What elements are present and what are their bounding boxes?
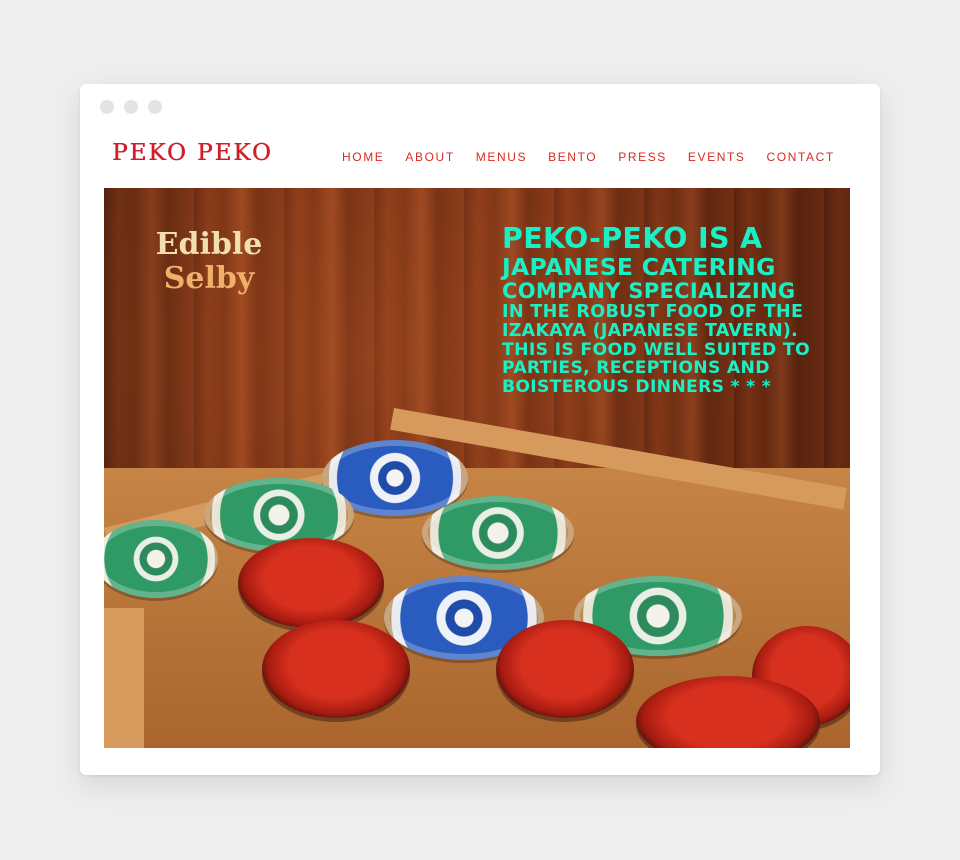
headline-line: THIS IS FOOD WELL SUITED TO	[502, 339, 810, 360]
headline-line: IN THE ROBUST FOOD OF THE	[502, 301, 804, 322]
main-nav: HOME ABOUT MENUS BENTO PRESS EVENTS CONT…	[342, 150, 856, 164]
nav-bento[interactable]: BENTO	[548, 150, 597, 164]
nav-contact[interactable]: CONTACT	[767, 150, 835, 164]
window-minimize-dot[interactable]	[124, 100, 138, 114]
headline-line: IZAKAYA (JAPANESE TAVERN).	[502, 320, 799, 341]
nav-menus[interactable]: MENUS	[476, 150, 527, 164]
headline-line: BOISTEROUS DINNERS * * *	[502, 376, 772, 397]
edible-selby-badge[interactable]: Edible Selby	[144, 228, 274, 296]
site-logo[interactable]: PEKO PEKO	[112, 140, 273, 166]
headline-line: JAPANESE CATERING	[502, 252, 776, 281]
window-close-dot[interactable]	[100, 100, 114, 114]
nav-events[interactable]: EVENTS	[688, 150, 746, 164]
wooden-crate	[104, 408, 850, 748]
red-lacquer-bowl	[262, 620, 410, 718]
red-lacquer-bowl	[238, 538, 384, 628]
browser-window: PEKO PEKO HOME ABOUT MENUS BENTO PRESS E…	[80, 84, 880, 775]
nav-about[interactable]: ABOUT	[405, 150, 454, 164]
headline-line: PEKO-PEKO IS A	[502, 222, 763, 255]
crate-rim-front	[104, 608, 144, 748]
hero-headline: PEKO-PEKO IS A JAPANESE CATERING COMPANY…	[502, 222, 838, 397]
badge-line-1: Edible	[155, 227, 263, 262]
hero-image: Edible Selby PEKO-PEKO IS A JAPANESE CAT…	[104, 188, 850, 748]
badge-line-2: Selby	[163, 261, 255, 296]
window-maximize-dot[interactable]	[148, 100, 162, 114]
headline-line: PARTIES, RECEPTIONS AND	[502, 358, 770, 379]
headline-line: COMPANY SPECIALIZING	[502, 279, 796, 304]
nav-home[interactable]: HOME	[342, 150, 384, 164]
green-plate	[422, 496, 574, 570]
red-lacquer-bowl	[496, 620, 634, 718]
nav-press[interactable]: PRESS	[618, 150, 667, 164]
